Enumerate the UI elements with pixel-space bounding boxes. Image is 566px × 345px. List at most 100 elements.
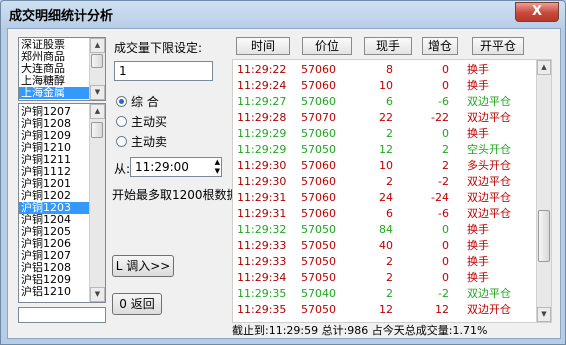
cell-volume: 2: [386, 271, 393, 284]
market-list-item[interactable]: 深证股票: [19, 39, 89, 51]
radio-active-buy[interactable]: 主动买: [116, 113, 167, 130]
cell-time: 11:29:33: [237, 255, 287, 268]
contract-list-item[interactable]: 沪铜1209: [19, 130, 89, 142]
code-input[interactable]: [18, 307, 106, 323]
trade-detail-table[interactable]: 11:29:22 57060 8 0 换手 11:29:24 57060 10 0 换手 11:29…: [232, 59, 552, 323]
contract-list-item[interactable]: 沪铜1112: [19, 166, 89, 178]
back-button[interactable]: 0 返回: [112, 293, 162, 315]
table-row[interactable]: 11:29:33 57050 40 0 换手: [233, 238, 533, 254]
cell-volume: 22: [379, 111, 393, 124]
table-row[interactable]: 11:29:35 57050 12 12 双边开仓: [233, 302, 533, 318]
cell-price: 57060: [301, 207, 336, 220]
from-time-input[interactable]: 11:29:00 ▲ ▼: [130, 157, 222, 177]
scroll-up-icon[interactable]: ▲: [90, 104, 105, 119]
scroll-down-icon[interactable]: ▼: [537, 307, 551, 322]
table-row[interactable]: 11:29:22 57060 8 0 换手: [233, 62, 533, 78]
market-list-item[interactable]: 上海金属: [19, 87, 89, 99]
cell-oi-change: -24: [431, 191, 449, 204]
close-button[interactable]: X: [515, 2, 559, 22]
contract-list-item[interactable]: 沪铝1209: [19, 274, 89, 286]
market-list-scrollbar[interactable]: ▲ ▼: [89, 38, 105, 100]
market-list[interactable]: 深证股票 郑州商品 大连商品 上海糖醇 上海金属 ▲ ▼: [18, 37, 106, 101]
cell-oi-change: -6: [438, 95, 449, 108]
column-header-price[interactable]: 价位: [302, 37, 352, 55]
table-row[interactable]: 11:29:33 57050 2 0 换手: [233, 254, 533, 270]
radio-active-sell[interactable]: 主动卖: [116, 133, 167, 150]
contract-list[interactable]: 沪铜1207 沪铜1208 沪铜1209 沪铜1210 沪铜1211 沪铜1112 沪铜12…: [18, 103, 106, 303]
cell-time: 11:29:31: [237, 207, 287, 220]
cell-oi-change: -2: [438, 175, 449, 188]
cell-time: 11:29:30: [237, 159, 287, 172]
table-row[interactable]: 11:29:27 57060 6 -6 双边平仓: [233, 94, 533, 110]
cell-oi-change: -6: [438, 207, 449, 220]
column-header-volume[interactable]: 现手: [364, 37, 412, 55]
table-row[interactable]: 11:29:28 57070 22 -22 双边平仓: [233, 110, 533, 126]
contract-list-item[interactable]: 沪铜1210: [19, 142, 89, 154]
market-list-item[interactable]: 大连商品: [19, 63, 89, 75]
contract-list-item[interactable]: 沪铜1205: [19, 226, 89, 238]
table-row[interactable]: 11:29:24 57060 10 0 换手: [233, 78, 533, 94]
spin-down-icon[interactable]: ▼: [215, 167, 220, 176]
contract-list-item[interactable]: 沪铜1201: [19, 178, 89, 190]
cell-open-close: 双边平仓: [467, 287, 511, 300]
cell-oi-change: 0: [442, 239, 449, 252]
table-row[interactable]: 11:29:31 57060 24 -24 双边平仓: [233, 190, 533, 206]
cell-oi-change: 0: [442, 271, 449, 284]
scroll-up-icon[interactable]: ▲: [90, 38, 105, 53]
cell-oi-change: 0: [442, 127, 449, 140]
table-row[interactable]: 11:29:30 57060 10 2 多头开仓: [233, 158, 533, 174]
column-header-time[interactable]: 时间: [236, 37, 290, 55]
contract-list-item[interactable]: 沪铜1207: [19, 106, 89, 118]
contract-list-scrollbar[interactable]: ▲ ▼: [89, 104, 105, 302]
table-row[interactable]: 11:29:32 57050 84 0 换手: [233, 222, 533, 238]
scroll-down-icon[interactable]: ▼: [90, 287, 105, 302]
contract-list-item[interactable]: 沪铜1211: [19, 154, 89, 166]
cell-price: 57070: [301, 111, 336, 124]
cell-time: 11:29:27: [237, 95, 287, 108]
cell-price: 57050: [301, 239, 336, 252]
contract-list-item[interactable]: 沪铜1204: [19, 214, 89, 226]
cell-volume: 2: [386, 255, 393, 268]
table-row[interactable]: 11:29:29 57060 2 0 换手: [233, 126, 533, 142]
contract-list-item[interactable]: 沪铝1210: [19, 286, 89, 298]
contract-list-item[interactable]: 沪铜1206: [19, 238, 89, 250]
contract-list-item[interactable]: 沪铜1203: [19, 202, 89, 214]
table-row[interactable]: 11:29:30 57060 2 -2 双边平仓: [233, 174, 533, 190]
volume-limit-input[interactable]: 1: [114, 61, 213, 81]
column-header-oi-change[interactable]: 增仓: [422, 37, 458, 55]
cell-volume: 10: [379, 159, 393, 172]
dialog-window: 成交明细统计分析 X 深证股票 郑州商品 大连商品 上海糖醇 上海金属 ▲ ▼ 沪铜12…: [0, 0, 566, 345]
spin-up-icon[interactable]: ▲: [215, 158, 220, 167]
scroll-thumb[interactable]: [91, 54, 103, 68]
cell-oi-change: 0: [442, 79, 449, 92]
contract-list-item[interactable]: 沪铜1207: [19, 250, 89, 262]
cell-open-close: 换手: [467, 271, 489, 284]
scroll-thumb[interactable]: [91, 122, 103, 138]
cell-price: 57050: [301, 271, 336, 284]
table-row[interactable]: 11:29:29 57050 12 2 空头开仓: [233, 142, 533, 158]
column-header-open-close[interactable]: 开平仓: [472, 37, 524, 55]
title-bar[interactable]: 成交明细统计分析 X: [1, 1, 565, 27]
radio-combined[interactable]: 综 合: [116, 93, 159, 110]
contract-list-item[interactable]: 沪铝1208: [19, 262, 89, 274]
contract-list-item[interactable]: 沪铜1208: [19, 118, 89, 130]
market-list-item[interactable]: 郑州商品: [19, 51, 89, 63]
table-row[interactable]: 11:29:35 57040 2 -2 双边平仓: [233, 286, 533, 302]
table-row[interactable]: 11:29:31 57060 6 -6 双边平仓: [233, 206, 533, 222]
cell-volume: 84: [379, 223, 393, 236]
cell-time: 11:29:32: [237, 223, 287, 236]
cell-time: 11:29:30: [237, 175, 287, 188]
load-button[interactable]: L 调入>>: [112, 255, 174, 277]
cell-oi-change: 2: [442, 143, 449, 156]
scroll-thumb[interactable]: [538, 210, 550, 262]
scroll-down-icon[interactable]: ▼: [90, 85, 105, 100]
market-list-item[interactable]: 上海糖醇: [19, 75, 89, 87]
contract-list-item[interactable]: 沪铜1202: [19, 190, 89, 202]
table-row[interactable]: 11:29:34 57050 2 0 换手: [233, 270, 533, 286]
cell-open-close: 换手: [467, 239, 489, 252]
cell-oi-change: -2: [438, 287, 449, 300]
cell-volume: 40: [379, 239, 393, 252]
cell-price: 57060: [301, 63, 336, 76]
trade-table-scrollbar[interactable]: ▲ ▼: [536, 60, 551, 322]
scroll-up-icon[interactable]: ▲: [537, 60, 551, 75]
